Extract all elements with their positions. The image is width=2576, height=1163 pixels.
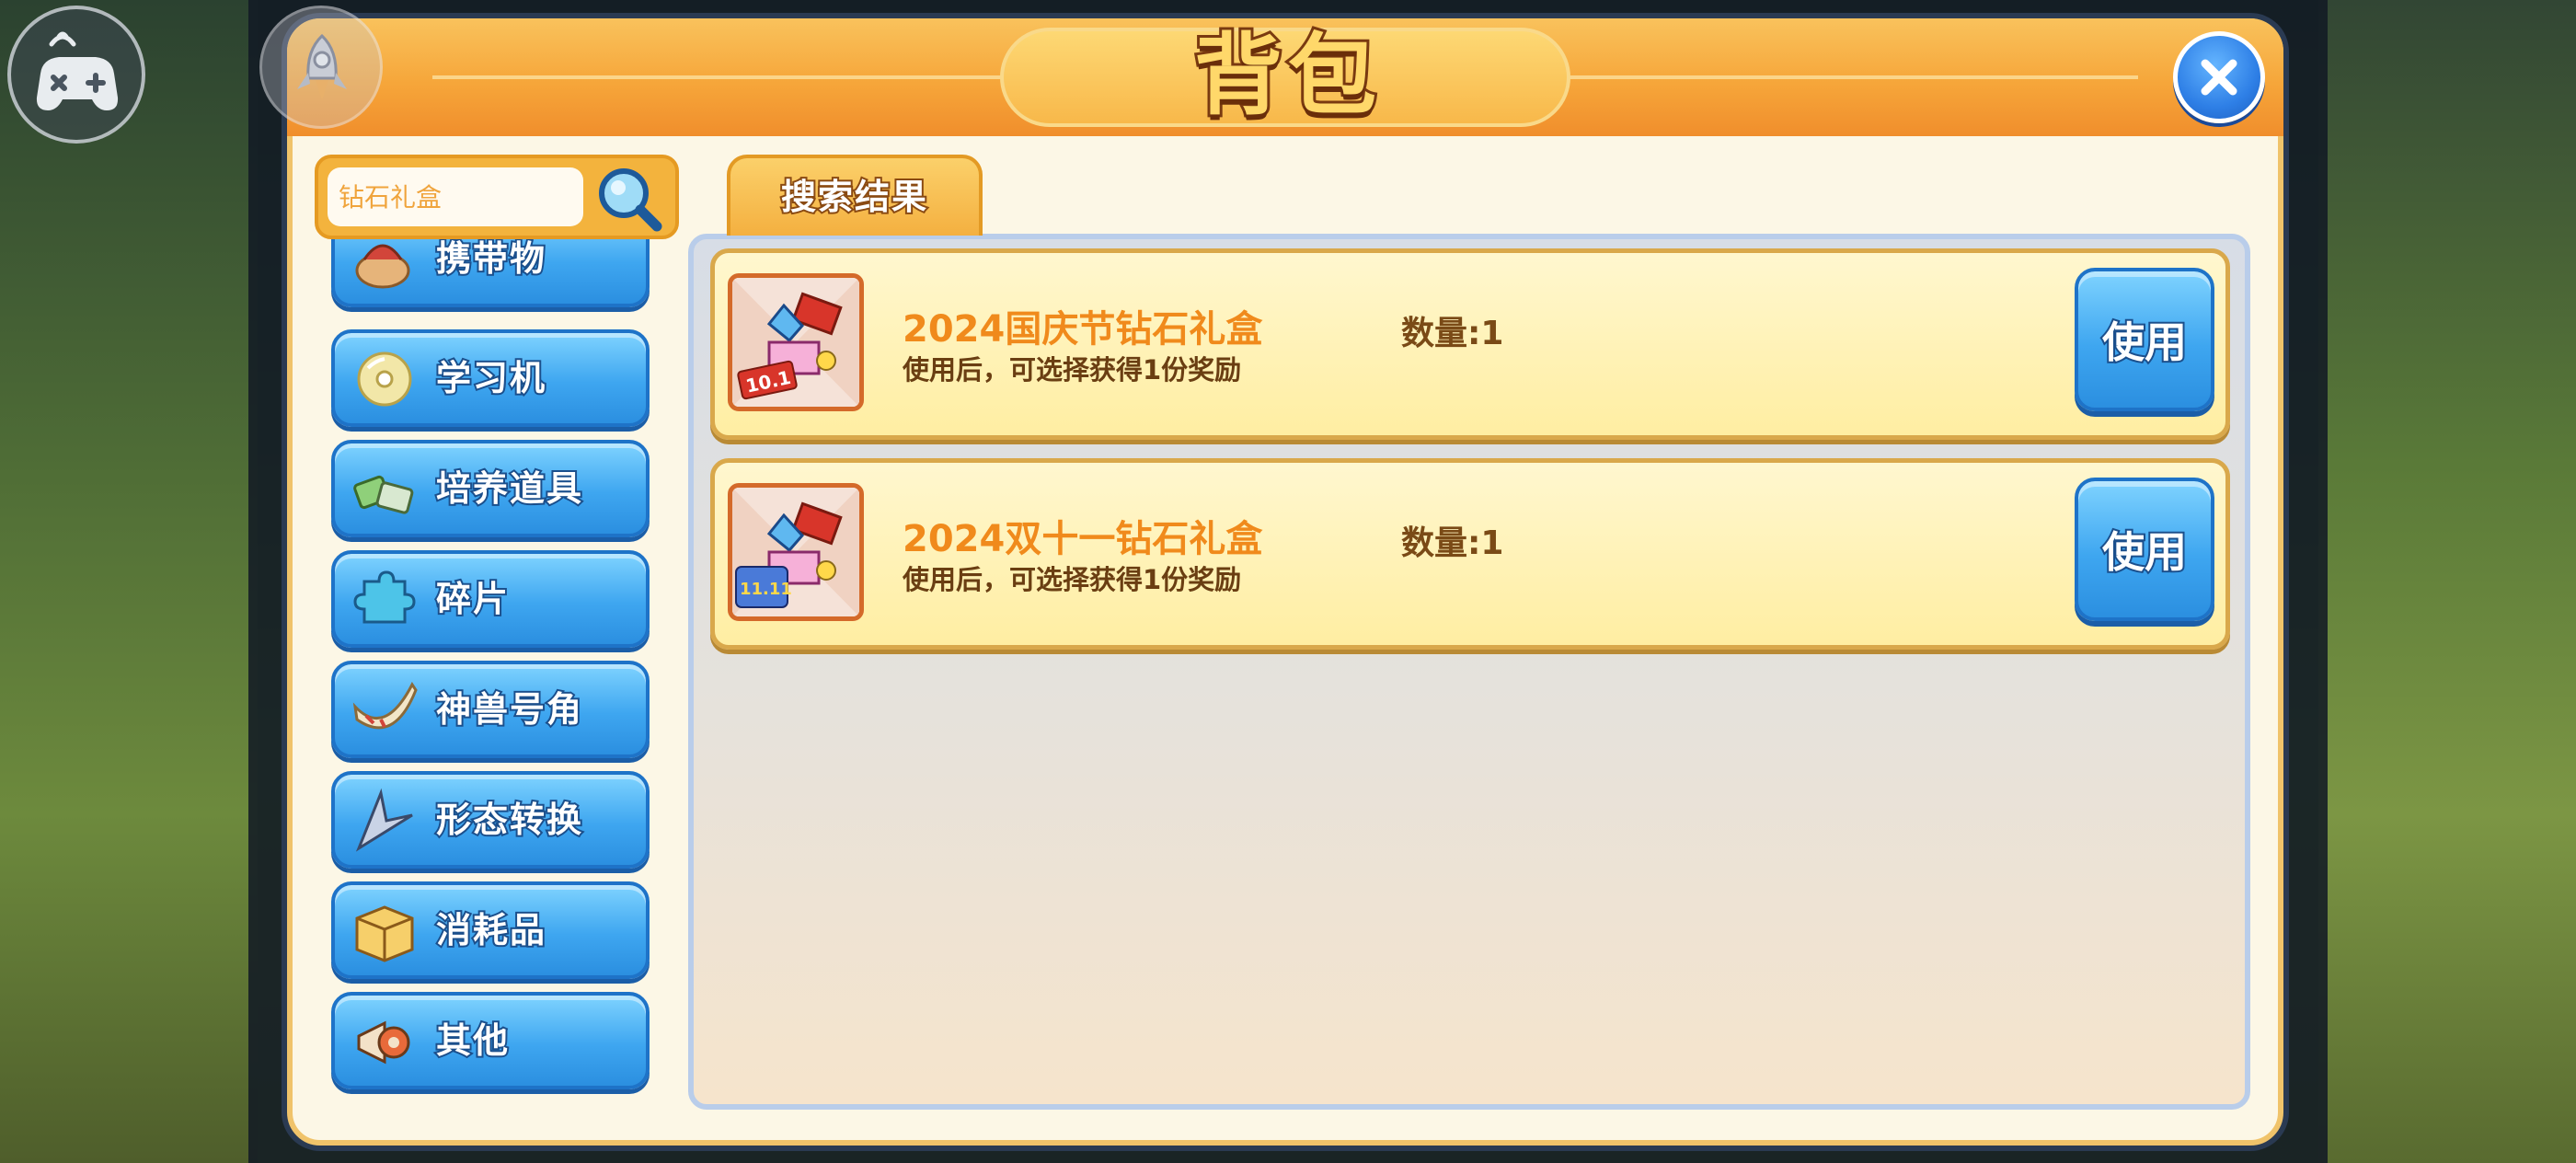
item-icon-frame: 11.11 [728,483,864,621]
category-form-change[interactable]: 形态转换 [331,771,650,869]
page-title: 背包 [1191,21,1382,130]
puzzle-piece-icon [353,570,416,624]
category-beast-horn[interactable]: 神兽号角 [331,661,650,758]
gamepad-button[interactable] [7,6,145,144]
transform-icon [355,788,413,852]
item-quantity: 数量:1 [1401,524,1504,562]
gamepad-icon [36,31,119,110]
megaphone-icon [357,1020,410,1065]
svg-text:11.11: 11.11 [740,580,792,599]
horn-icon [352,682,418,730]
rocket-button[interactable] [259,6,383,129]
gift-box-icon: 11.11 [732,488,859,616]
category-learning-machine[interactable]: 学习机 [331,329,650,427]
training-item-icon [353,475,414,514]
item-quantity: 数量:1 [1401,315,1504,352]
search-input[interactable] [328,167,583,226]
header-decoration-right [1568,75,2138,79]
use-button[interactable]: 使用 [2075,268,2214,411]
background-left [0,0,258,1163]
disc-icon [357,351,412,407]
box-icon [355,905,414,962]
list-item: 10.1 2024国庆节钻石礼盒 使用后，可选择获得1份奖励 数量:1 使用 [710,248,2230,440]
category-consumables[interactable]: 消耗品 [331,881,650,979]
item-description: 使用后，可选择获得1份奖励 [903,564,1242,595]
search-box [315,155,679,239]
rocket-icon [297,33,347,100]
header-decoration-left [432,75,1003,79]
item-icon-frame: 10.1 [728,273,864,411]
search-button[interactable] [591,162,668,236]
magnifier-icon [599,168,662,232]
category-training-items[interactable]: 培养道具 [331,440,650,537]
item-name: 2024双十一钻石礼盒 [903,518,1263,560]
item-name: 2024国庆节钻石礼盒 [903,308,1263,351]
gift-box-icon: 10.1 [732,278,859,407]
item-description: 使用后，可选择获得1份奖励 [903,354,1242,386]
category-list: 携带物 学习机 培养道具 碎片 神兽号角 形态转换 消耗品 其他 [331,210,655,1106]
background-right [2318,0,2576,1163]
category-others[interactable]: 其他 [331,992,650,1089]
category-fragments[interactable]: 碎片 [331,550,650,648]
use-button[interactable]: 使用 [2075,478,2214,621]
tab-search-results[interactable]: 搜索结果 [727,155,983,236]
list-item: 11.11 2024双十一钻石礼盒 使用后，可选择获得1份奖励 数量:1 使用 [710,458,2230,650]
close-icon [2201,59,2237,96]
close-button[interactable] [2173,31,2265,123]
